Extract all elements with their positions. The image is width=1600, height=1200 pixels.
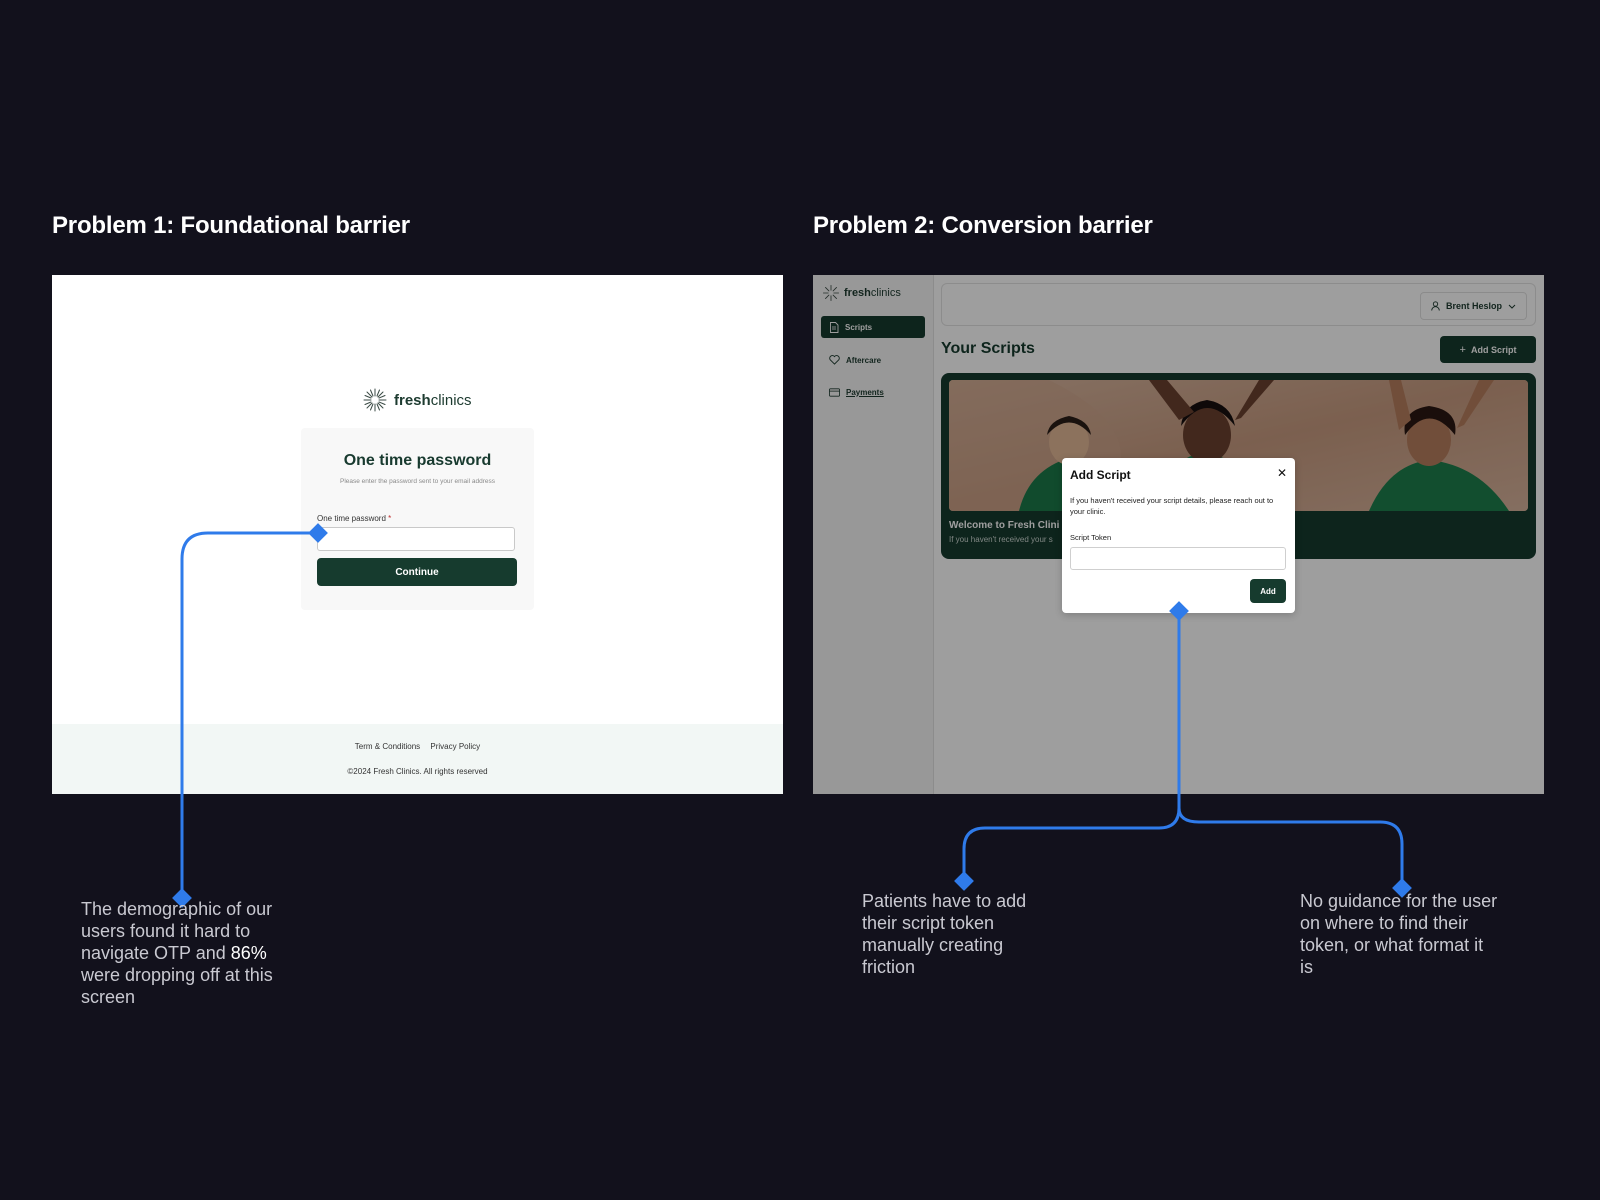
logo-wordmark-bold: fresh: [394, 391, 431, 409]
annotation-otp-dropoff: The demographic of our users found it ha…: [81, 898, 286, 1008]
otp-screen-mockup: freshclinics One time password Please en…: [52, 275, 783, 794]
annotation-no-guidance: No guidance for the user on where to fin…: [1300, 891, 1498, 977]
sunburst-logo-icon: [363, 388, 387, 412]
footer-links: Term & Conditions Privacy Policy: [52, 742, 783, 751]
connector-line-3: [1177, 807, 1404, 888]
otp-field-label-text: One time password: [317, 514, 386, 523]
script-token-input[interactable]: [1070, 547, 1286, 570]
add-script-modal: Add Script ✕ If you haven't received you…: [1062, 458, 1295, 613]
copyright-text: ©2024 Fresh Clinics. All rights reserved: [347, 767, 488, 776]
dropoff-percentage: 86%: [230, 943, 267, 963]
connector-node-annotation-2: [954, 871, 974, 891]
script-token-label: Script Token: [1070, 533, 1112, 542]
logo-wordmark: freshclinics: [394, 392, 472, 409]
continue-button[interactable]: Continue: [317, 558, 517, 586]
close-icon[interactable]: ✕: [1277, 466, 1287, 480]
required-marker: *: [388, 514, 392, 523]
modal-title: Add Script: [1070, 468, 1131, 482]
problem-1-heading: Problem 1: Foundational barrier: [52, 212, 410, 239]
modal-description: If you haven't received your script deta…: [1070, 496, 1274, 516]
annotation-text: were dropping off at this screen: [81, 965, 273, 1007]
terms-link[interactable]: Term & Conditions: [355, 742, 420, 751]
annotation-manual-token: Patients have to add their script token …: [862, 891, 1027, 977]
otp-input[interactable]: [317, 527, 515, 551]
privacy-link[interactable]: Privacy Policy: [430, 742, 480, 751]
otp-title: One time password: [343, 452, 492, 469]
add-button[interactable]: Add: [1250, 579, 1286, 603]
fresh-clinics-logo: freshclinics: [362, 387, 472, 413]
logo-wordmark-regular: clinics: [430, 391, 472, 409]
otp-field-label: One time password *: [317, 514, 391, 523]
page-footer: Term & Conditions Privacy Policy ©2024 F…: [52, 724, 783, 794]
otp-subtitle: Please enter the password sent to your e…: [339, 478, 495, 485]
otp-card: One time password Please enter the passw…: [301, 428, 534, 610]
problem-2-heading: Problem 2: Conversion barrier: [813, 212, 1153, 239]
scripts-screen-mockup: freshclinics Scripts Aftercare Payments: [813, 275, 1544, 794]
